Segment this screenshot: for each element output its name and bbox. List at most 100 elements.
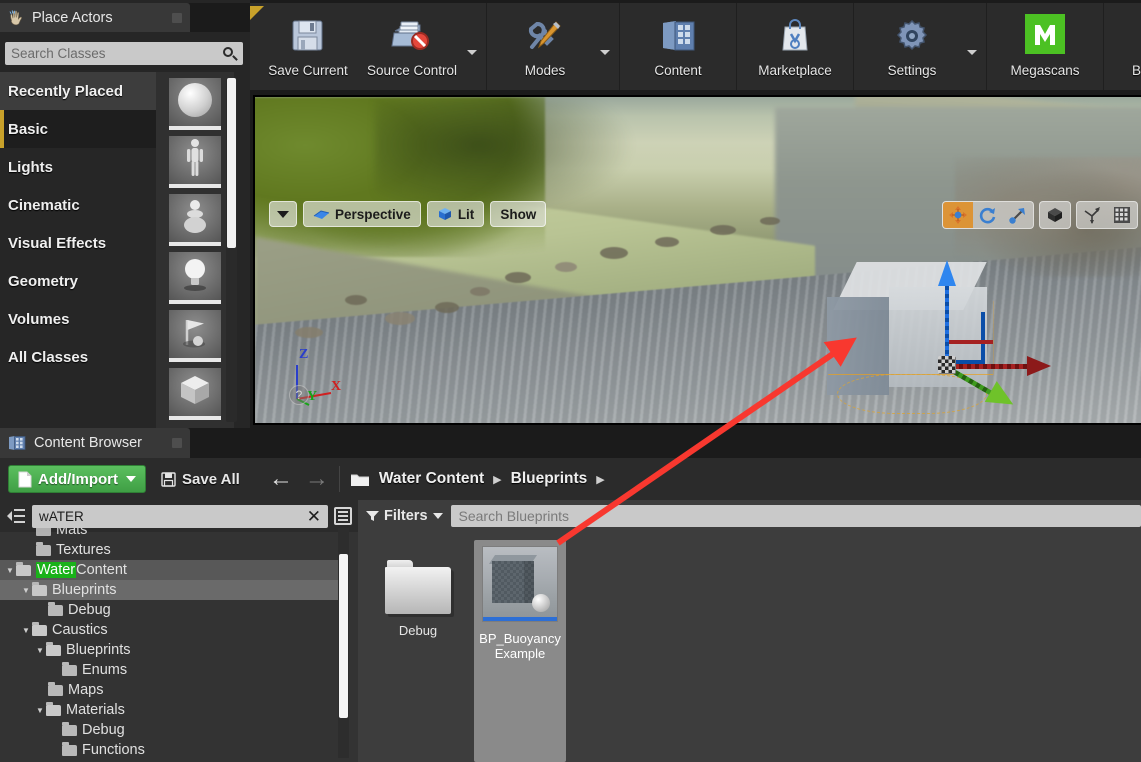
tree-item-functions[interactable]: Functions bbox=[0, 740, 338, 760]
rotate-tool[interactable] bbox=[973, 202, 1003, 228]
tree-item-textures[interactable]: Textures bbox=[0, 540, 338, 560]
tree-item-materials[interactable]: ▼ Materials bbox=[0, 700, 338, 720]
move-arrows-icon bbox=[949, 206, 967, 224]
close-icon[interactable] bbox=[172, 12, 182, 23]
world-space-toggle[interactable] bbox=[1040, 202, 1070, 228]
add-import-button[interactable]: Add/Import bbox=[8, 465, 146, 493]
collapse-tree-icon[interactable] bbox=[6, 507, 26, 525]
folder-tree-panel: wATER ✕ Mats Textures ▼ Water Content ▼ … bbox=[0, 500, 358, 762]
modes-chevron-down-icon[interactable] bbox=[597, 42, 613, 60]
sphere-thumb[interactable] bbox=[169, 78, 221, 130]
nav-forward-button[interactable]: → bbox=[305, 467, 329, 491]
scene-rock bbox=[505, 272, 531, 283]
twisty-open-icon[interactable]: ▼ bbox=[20, 626, 32, 635]
gizmo-axis-z-arrowhead[interactable] bbox=[938, 260, 956, 286]
world-cube-icon bbox=[1048, 208, 1062, 222]
scene-rock bbox=[710, 225, 736, 235]
selected-cube-actor[interactable] bbox=[827, 252, 1051, 415]
tree-item-caustics[interactable]: ▼ Caustics bbox=[0, 620, 338, 640]
sidebar-item-cinematic[interactable]: Cinematic bbox=[0, 186, 156, 224]
source-control-chevron-down-icon[interactable] bbox=[464, 42, 480, 60]
view-show-button[interactable]: Show bbox=[490, 201, 547, 227]
sidebar-item-volumes[interactable]: Volumes bbox=[0, 300, 156, 338]
translate-tool[interactable] bbox=[943, 202, 973, 228]
asset-item-folder-debug[interactable]: Debug bbox=[372, 540, 464, 762]
marketplace-button[interactable]: Marketplace bbox=[743, 5, 847, 89]
viewport-help-icon[interactable]: ? bbox=[289, 385, 309, 405]
settings-chevron-down-icon[interactable] bbox=[964, 42, 980, 60]
asset-label-line2: Example bbox=[494, 646, 546, 661]
viewport-options-caret[interactable] bbox=[269, 201, 297, 227]
scene-rock bbox=[555, 262, 577, 272]
gizmo-axis-x-arrowhead[interactable] bbox=[1027, 356, 1051, 376]
level-viewport[interactable]: Perspective Lit Show Z Y X ? bbox=[253, 95, 1141, 425]
modes-button[interactable]: Modes bbox=[493, 5, 597, 89]
sidebar-item-basic[interactable]: Basic bbox=[0, 110, 156, 148]
grid-snap-toggle[interactable] bbox=[1107, 202, 1137, 228]
sidebar-item-recently-placed[interactable]: Recently Placed bbox=[0, 72, 156, 110]
pawn-thumb[interactable] bbox=[169, 194, 221, 246]
rotate-icon bbox=[979, 207, 996, 224]
gizmo-center-handle[interactable] bbox=[938, 356, 956, 374]
save-current-label: Save Current bbox=[268, 62, 348, 78]
twisty-open-icon[interactable]: ▼ bbox=[34, 646, 46, 655]
coordinate-space-group bbox=[1039, 201, 1071, 229]
twisty-open-icon[interactable]: ▼ bbox=[20, 586, 32, 595]
surface-snap-icon bbox=[1084, 207, 1100, 224]
view-perspective-button[interactable]: Perspective bbox=[303, 201, 421, 227]
sidebar-item-visual-effects[interactable]: Visual Effects bbox=[0, 224, 156, 262]
folder-tree-scrollbar[interactable] bbox=[338, 528, 349, 758]
place-actors-scrollbar[interactable] bbox=[226, 78, 237, 422]
tree-item-debug-2[interactable]: Debug bbox=[0, 720, 338, 740]
sidebar-item-lights[interactable]: Lights bbox=[0, 148, 156, 186]
content-browser-icon bbox=[9, 436, 26, 450]
save-all-button[interactable]: Save All bbox=[156, 468, 245, 491]
asset-item-bp-buoyancy-example[interactable]: BP_Buoyancy Example bbox=[474, 540, 566, 762]
breadcrumb-chevron-right-icon[interactable]: ▶ bbox=[493, 473, 501, 486]
add-import-label: Add/Import bbox=[38, 470, 118, 488]
source-control-button[interactable]: Source Control bbox=[360, 5, 464, 89]
twisty-open-icon[interactable]: ▼ bbox=[34, 706, 46, 715]
tab-content-browser[interactable]: Content Browser bbox=[0, 428, 190, 458]
tree-item-maps[interactable]: Maps bbox=[0, 680, 338, 700]
sidebar-item-geometry[interactable]: Geometry bbox=[0, 262, 156, 300]
tree-item-blueprints[interactable]: ▼ Blueprints bbox=[0, 580, 338, 600]
gizmo-axis-x[interactable] bbox=[947, 364, 1035, 369]
megascans-button[interactable]: Megascans bbox=[993, 5, 1097, 89]
breadcrumb-blueprints[interactable]: Blueprints bbox=[511, 470, 588, 488]
cube-thumb[interactable] bbox=[169, 368, 221, 420]
twisty-open-icon[interactable]: ▼ bbox=[4, 566, 16, 575]
tree-item-water-content[interactable]: ▼ Water Content bbox=[0, 560, 338, 580]
settings-button[interactable]: Settings bbox=[860, 5, 964, 89]
breadcrumb-water-content[interactable]: Water Content bbox=[379, 470, 484, 488]
blueprint-thumbnail bbox=[482, 546, 558, 622]
search-classes-input[interactable]: Search Classes bbox=[5, 42, 243, 65]
close-icon[interactable] bbox=[172, 438, 182, 448]
scrollbar-thumb[interactable] bbox=[339, 554, 348, 718]
light-bulb-thumb[interactable] bbox=[169, 252, 221, 304]
content-button[interactable]: Content bbox=[626, 5, 730, 89]
filters-button[interactable]: Filters bbox=[366, 508, 443, 524]
toolbar-divider bbox=[338, 466, 340, 492]
tree-item-enums[interactable]: Enums bbox=[0, 660, 338, 680]
view-options-icon[interactable] bbox=[334, 507, 352, 525]
folder-icon bbox=[36, 541, 51, 556]
tree-item-debug-1[interactable]: Debug bbox=[0, 600, 338, 620]
tree-item-caustics-blueprints[interactable]: ▼ Blueprints bbox=[0, 640, 338, 660]
sidebar-item-all-classes[interactable]: All Classes bbox=[0, 338, 156, 376]
save-current-button[interactable]: Save Current bbox=[256, 5, 360, 89]
tree-item-mats[interactable]: Mats bbox=[0, 528, 338, 540]
surface-snap-toggle[interactable] bbox=[1077, 202, 1107, 228]
nav-back-button[interactable]: ← bbox=[269, 467, 293, 491]
scrollbar-thumb[interactable] bbox=[227, 78, 236, 248]
clear-search-icon[interactable]: ✕ bbox=[307, 508, 321, 525]
scale-tool[interactable] bbox=[1003, 202, 1033, 228]
blueprints-button[interactable]: Blueprints bbox=[1110, 5, 1141, 89]
player-start-thumb[interactable] bbox=[169, 310, 221, 362]
tab-place-actors[interactable]: Place Actors bbox=[0, 3, 190, 32]
mannequin-thumb[interactable] bbox=[169, 136, 221, 188]
folder-search-input[interactable]: wATER ✕ bbox=[32, 504, 328, 528]
breadcrumb-chevron-right-icon[interactable]: ▶ bbox=[596, 473, 604, 486]
asset-search-input[interactable]: Search Blueprints bbox=[450, 505, 1141, 527]
view-lit-button[interactable]: Lit bbox=[426, 201, 485, 227]
